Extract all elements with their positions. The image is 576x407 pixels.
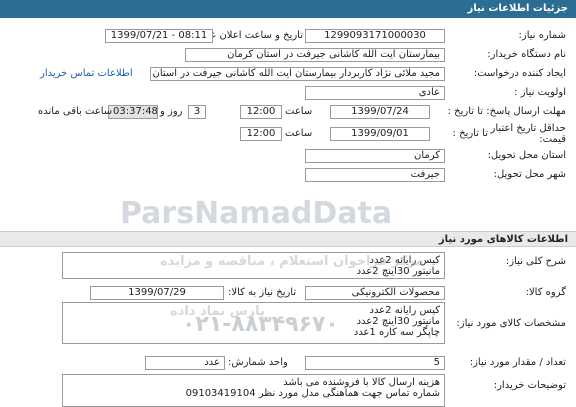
days-label: روز و [160, 106, 183, 117]
time-remaining-label: ساعت باقی مانده [38, 106, 113, 117]
deadline-label: مهلت ارسال پاسخ: تا تاریخ : [447, 106, 566, 117]
need-summary-label: شرح کلی نیاز: [505, 256, 566, 267]
min-validity-time-label: ساعت [285, 128, 313, 139]
priority-label: اولویت نیاز : [514, 87, 566, 98]
time-remaining-field: 03:37:48 [108, 105, 158, 119]
need-number-label: شماره نیاز: [518, 30, 567, 41]
goods-group-field: محصولات الکترونیکی [305, 286, 445, 300]
announce-datetime-field: 1399/07/21 - 08:11 [105, 29, 213, 43]
city-field: جیرفت [305, 168, 445, 182]
buyer-contact-link[interactable]: اطلاعات تماس خریدار [40, 68, 133, 79]
device-name-field: بیمارستان آیت الله کاشانی جیرفت در استان… [185, 48, 445, 62]
need-summary-box: کیس رایانه 2عدد مانیتور 30اینچ 2عدد [62, 252, 445, 279]
unit-field: عدد [145, 356, 225, 370]
page-header: جزئیات اطلاعات نیاز [0, 0, 576, 18]
need-date-field: 1399/07/29 [90, 286, 224, 300]
goods-section-header: اطلاعات کالاهای مورد نیاز [0, 231, 576, 247]
deadline-time-field: 12:00 [240, 105, 282, 119]
specs-label: مشخصات کالای مورد نیاز: [456, 318, 566, 329]
min-validity-time-field: 12:00 [240, 127, 282, 141]
creator-field: مجید ملائی نژاد کاربردار بیمارستان آیت ا… [150, 67, 445, 81]
min-validity-date-field: 1399/09/01 [330, 127, 430, 141]
need-number-field: 1299093171000030 [305, 29, 445, 43]
buyer-notes-label: توضیحات خریدار: [493, 380, 566, 391]
deadline-date-field: 1399/07/24 [330, 105, 430, 119]
quantity-field: 5 [305, 356, 445, 370]
buyer-notes-box: هزینه ارسال کالا با فروشنده می باشد شمار… [62, 374, 445, 407]
announce-datetime-label: تاریخ و ساعت اعلان عمومی: [182, 30, 303, 41]
deadline-time-label: ساعت [285, 106, 313, 117]
need-date-label: تاریخ نیاز به کالا: [228, 287, 297, 298]
days-remaining-field: 3 [188, 105, 206, 119]
min-validity-to-date-label: تا تاریخ : [452, 128, 488, 139]
device-name-label: نام دستگاه خریدار: [487, 49, 566, 60]
priority-field: عادی [305, 86, 445, 100]
watermark-brand: ParsNamadData [120, 196, 393, 231]
unit-label: واحد شمارش: [228, 357, 288, 368]
province-field: کرمان [305, 149, 445, 163]
specs-box: کیس رایانه 2عدد مانیتور 30اینچ 2عدد چاپگ… [62, 302, 445, 344]
city-label: شهر محل تحویل: [493, 169, 566, 180]
province-label: استان محل تحویل: [487, 150, 566, 161]
creator-label: ایجاد کننده درخواست: [473, 68, 566, 79]
quantity-label: تعداد / مقدار مورد نیاز: [469, 357, 566, 368]
goods-group-label: گروه کالا: [525, 287, 566, 298]
